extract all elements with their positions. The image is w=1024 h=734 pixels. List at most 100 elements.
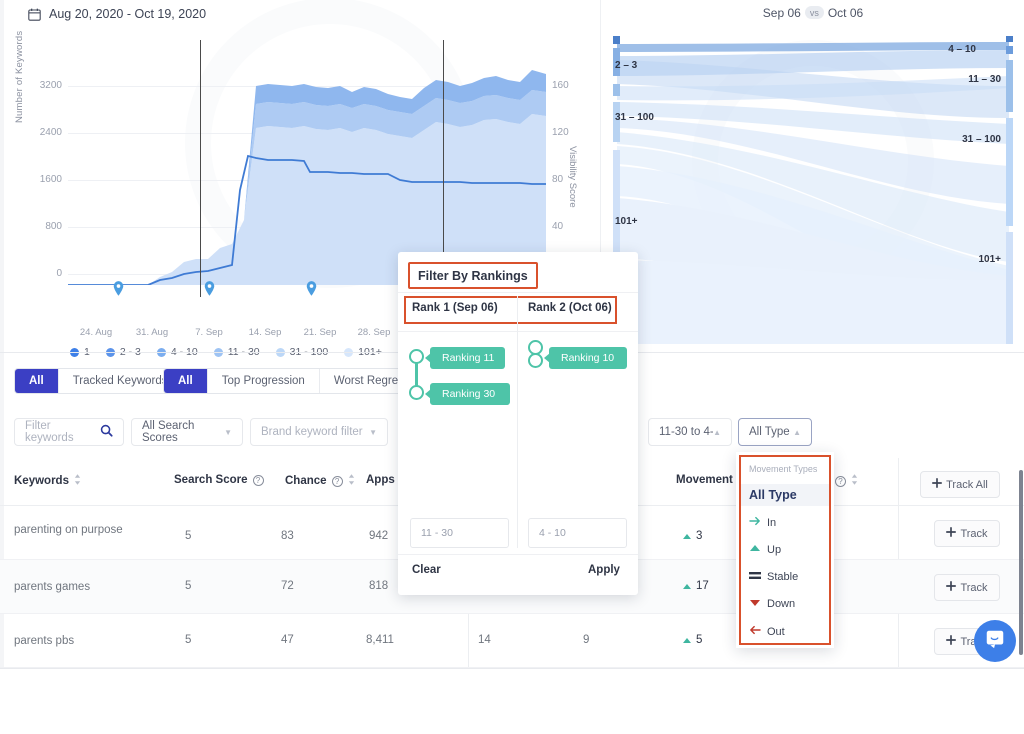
cell-chance: 72	[281, 580, 294, 592]
cell-search-score: 5	[185, 530, 192, 542]
rank1-slider-knob-max[interactable]	[409, 385, 424, 400]
movement-type-stable[interactable]: Stable	[749, 571, 798, 583]
column-header-keywords[interactable]: Keywords	[14, 474, 82, 488]
rank1-pill-min-label: Ranking 11	[442, 352, 495, 364]
rank-popup-title-highlight: Filter By Rankings	[408, 262, 538, 289]
cell-search-score: 5	[185, 634, 192, 646]
chart-pin-marker[interactable]	[306, 281, 317, 296]
column-label: Chance	[285, 475, 327, 487]
rank2-range-input[interactable]: 4 - 10	[528, 518, 627, 548]
chart-marker-line-1	[200, 40, 202, 297]
search-placeholder: Filter keywords	[25, 420, 74, 444]
movement-type-label: Up	[767, 544, 782, 556]
chevron-up-icon: ▲	[713, 427, 721, 437]
x-tick: 28. Sep	[357, 327, 391, 338]
column-header-apps: Apps	[366, 474, 395, 486]
chart-pin-marker[interactable]	[113, 281, 124, 296]
equals-icon	[749, 571, 761, 583]
track-button[interactable]: Track	[934, 574, 1000, 601]
chart-plot-area	[68, 40, 546, 285]
rank1-header: Rank 1 (Sep 06)	[412, 302, 498, 314]
rank-distribution-sankey: Sep 06 vs Oct 06 2 – 3 31 – 100 101+ 4 –…	[600, 0, 1024, 346]
date-range-picker[interactable]: Aug 20, 2020 - Oct 19, 2020	[28, 7, 206, 21]
rank1-range-value: 11 - 30	[421, 527, 453, 539]
track-button[interactable]: Track	[934, 520, 1000, 547]
table-scrollbar-thumb[interactable]	[1019, 470, 1023, 655]
info-icon[interactable]: ?	[331, 475, 343, 487]
date-range-label: Aug 20, 2020 - Oct 19, 2020	[49, 7, 207, 21]
rank-apply-button[interactable]: Apply	[588, 564, 620, 576]
rank1-slider-knob-min[interactable]	[409, 349, 424, 364]
sort-icon[interactable]	[851, 474, 859, 488]
sankey-right-node-label: 4 – 10	[948, 44, 976, 55]
tab-top-progression[interactable]: Top Progression	[207, 369, 320, 393]
rank1-pill-max: Ranking 30	[425, 383, 510, 405]
sort-icon[interactable]	[74, 474, 82, 488]
chat-widget-button[interactable]	[974, 620, 1016, 662]
rank2-range-value: 4 - 10	[539, 527, 566, 539]
movement-type-all[interactable]: All Type	[749, 488, 797, 502]
search-icon[interactable]	[100, 424, 113, 440]
tab-all-progression[interactable]: All	[164, 369, 208, 393]
y2-tick: 40	[552, 221, 564, 232]
x-tick: 21. Sep	[303, 327, 337, 338]
column-header-chance[interactable]: Chance ?	[285, 474, 356, 488]
sankey-svg: 2 – 3 31 – 100 101+ 4 – 10 11 – 30 31 – …	[613, 36, 1013, 344]
y-tick: 0	[56, 268, 62, 279]
movement-type-out[interactable]: Out	[749, 625, 785, 638]
brand-keyword-filter-dropdown[interactable]: Brand keyword filter ▼	[250, 418, 388, 446]
cell-rank2: 9	[583, 634, 590, 646]
x-tick: 7. Sep	[195, 327, 223, 338]
sankey-right-node-label: 31 – 100	[962, 134, 1001, 145]
y-tick: 3200	[39, 80, 62, 91]
info-icon[interactable]: ?	[835, 475, 846, 487]
rank1-range-input[interactable]: 11 - 30	[410, 518, 509, 548]
sort-icon[interactable]	[348, 474, 356, 488]
cell-keyword: parents games	[14, 581, 91, 593]
rank-range-dropdown[interactable]: 11-30 to 4-1 ▲	[648, 418, 732, 446]
y-tick: 1600	[39, 174, 62, 185]
search-scores-dropdown[interactable]: All Search Scores ▼	[131, 418, 243, 446]
rank2-header: Rank 2 (Oct 06)	[528, 302, 612, 314]
keyword-search-input[interactable]: Filter keywords	[14, 418, 124, 446]
filter-by-rankings-popup: Filter By Rankings Rank 1 (Sep 06) Rank …	[398, 252, 638, 595]
rank2-pill: Ranking 10	[544, 347, 627, 369]
movement-type-label: All Type	[749, 488, 797, 502]
movement-type-in[interactable]: In	[749, 516, 776, 529]
cell-apps: 942	[369, 530, 389, 542]
chart-y-axis-title: Number of Keywords	[14, 30, 25, 123]
info-icon[interactable]: ?	[252, 474, 264, 486]
rank2-slider-knob-max[interactable]	[528, 353, 543, 368]
x-tick: 14. Sep	[248, 327, 282, 338]
tab-all-keywords[interactable]: All	[15, 369, 59, 393]
movement-type-dropdown[interactable]: All Type ▲	[738, 418, 812, 446]
track-label: Track	[960, 527, 988, 540]
rank1-pill-min: Ranking 11	[425, 347, 505, 369]
cell-keyword: parenting on purpose	[14, 524, 123, 536]
cell-rank1: 14	[478, 634, 491, 646]
triangle-up-icon	[683, 533, 691, 539]
movement-type-label: In	[767, 516, 777, 529]
rank-range-label: 11-30 to 4-1	[659, 426, 713, 438]
rank2-pill-label: Ranking 10	[561, 352, 615, 364]
chart-pin-marker[interactable]	[204, 281, 215, 296]
cell-apps: 8,411	[366, 634, 394, 646]
cell-chance: 47	[281, 634, 294, 646]
sankey-left-node-label: 31 – 100	[615, 112, 654, 123]
movement-type-up[interactable]: Up	[749, 544, 781, 556]
track-all-button[interactable]: Track All	[920, 471, 1000, 498]
chevron-down-icon: ▼	[224, 427, 232, 437]
cell-movement: 3	[683, 530, 702, 542]
y2-tick: 80	[552, 174, 564, 185]
cell-keyword: parents pbs	[14, 635, 75, 647]
triangle-down-icon	[749, 598, 761, 610]
column-header-search-score: Search Score ?	[174, 474, 264, 486]
table-row[interactable]: parents pbs 5 47 8,411 14 9 5 Track	[0, 614, 1024, 668]
movement-type-down[interactable]: Down	[749, 598, 795, 610]
column-header-movement[interactable]: Movement	[676, 474, 733, 486]
sankey-right-node-label: 11 – 30	[968, 74, 1001, 85]
sankey-left-node-label: 2 – 3	[615, 60, 638, 71]
rank-clear-button[interactable]: Clear	[412, 564, 441, 576]
y-tick: 800	[45, 221, 62, 232]
cell-movement: 17	[683, 580, 709, 592]
